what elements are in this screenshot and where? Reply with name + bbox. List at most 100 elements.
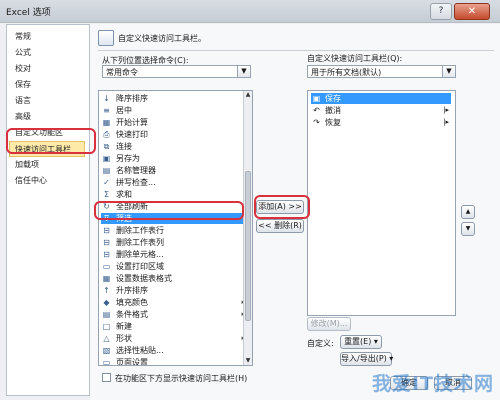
command-item[interactable]: ▣ 另存为 <box>101 153 247 164</box>
filter-icon: ⊽ <box>103 214 110 223</box>
command-item[interactable]: ▤ 名称管理器 <box>101 165 247 176</box>
name-manager-icon: ▤ <box>102 166 111 175</box>
close-button[interactable]: ✕ <box>454 3 490 20</box>
scrollbar-thumb[interactable] <box>245 171 251 321</box>
command-item[interactable]: ✓ 拼写检查... <box>101 177 247 188</box>
show-below-ribbon-label: 在功能区下方显示快速访问工具栏(H) <box>115 374 248 383</box>
command-item[interactable]: ≡ 居中 <box>101 105 247 116</box>
modify-button[interactable]: 修改(M)... <box>307 317 351 331</box>
choose-commands-value: 常用命令 <box>106 68 138 77</box>
print-icon: ⎙ <box>103 130 110 139</box>
command-label: 删除单元格... <box>116 250 164 259</box>
title-bar: Excel 选项 ? ✕ <box>0 0 500 23</box>
command-item[interactable]: ▭ 页面设置 <box>101 357 247 366</box>
nav-item-customize-ribbon[interactable]: 自定义功能区 <box>15 127 63 138</box>
move-up-button[interactable]: ▲ <box>461 205 475 219</box>
import-export-button[interactable]: 导入/导出(P) ▾ <box>340 352 393 366</box>
table-format-icon: ▦ <box>102 274 111 283</box>
command-item[interactable]: ↓ 降序排序 <box>101 93 247 104</box>
new-document-icon: □ <box>102 322 111 331</box>
command-item[interactable]: ↻ 全部刷新 <box>101 201 247 212</box>
quick-access-commands-list[interactable]: ▣ 保存 ↶ 撤消 |▸ ↷ 恢复 |▸ <box>307 90 456 316</box>
command-item[interactable]: Σ 求和 <box>101 189 247 200</box>
options-content: 自定义快速访问工具栏。 从下列位置选择命令(C): 常用命令 ▼ 自定义快速访问… <box>90 24 500 400</box>
move-down-button[interactable]: ▼ <box>461 222 475 236</box>
nav-item-proofing[interactable]: 校对 <box>15 63 31 74</box>
command-label: 填充颜色 <box>116 298 148 307</box>
command-item[interactable]: ⧉ 连接 <box>101 141 247 152</box>
command-label: 居中 <box>116 106 132 115</box>
qat-item-label: 恢复 <box>325 118 341 127</box>
nav-item-advanced[interactable]: 高级 <box>15 111 31 122</box>
command-label: 求和 <box>116 190 132 199</box>
command-item[interactable]: ▧ 选择性粘贴... <box>101 345 247 356</box>
command-label: 全部刷新 <box>116 202 148 211</box>
header-divider <box>98 50 494 51</box>
align-center-icon: ≡ <box>103 106 110 115</box>
choose-commands-dropdown[interactable]: 常用命令 ▼ <box>102 65 251 78</box>
nav-item-save[interactable]: 保存 <box>15 79 31 90</box>
scroll-down-icon[interactable]: ▼ <box>244 357 252 365</box>
add-button[interactable]: 添加(A) >> <box>256 200 304 214</box>
command-item[interactable]: ▦ 设置数据表格式 <box>101 273 247 284</box>
qat-item-label: 保存 <box>325 94 341 103</box>
command-label: 页面设置 <box>116 358 148 366</box>
options-nav: 常规 公式 校对 保存 语言 高级 自定义功能区 快速访问工具栏 加载项 信任中… <box>6 24 90 396</box>
nav-item-general[interactable]: 常规 <box>15 31 31 42</box>
command-item[interactable]: △形状▸ <box>101 333 247 344</box>
command-label: 删除工作表行 <box>116 226 164 235</box>
command-label: 降序排序 <box>116 94 148 103</box>
save-as-icon: ▣ <box>102 154 111 163</box>
calculate-icon: ▦ <box>102 118 111 127</box>
command-item[interactable]: ▤条件格式▸ <box>101 309 247 320</box>
command-label: 筛选 <box>116 214 132 223</box>
reset-button[interactable]: 重置(E) ▾ <box>340 335 382 349</box>
customizations-label: 自定义: <box>307 339 334 348</box>
spelling-icon: ✓ <box>103 178 110 187</box>
toolbar-icon <box>98 30 114 46</box>
nav-item-trust-center[interactable]: 信任中心 <box>15 175 47 186</box>
command-item[interactable]: □ 新建 <box>101 321 247 332</box>
nav-item-formulas[interactable]: 公式 <box>15 47 31 58</box>
fill-color-icon: ◆ <box>103 298 110 307</box>
scroll-up-icon[interactable]: ▲ <box>244 91 252 99</box>
command-label: 形状 <box>116 334 132 343</box>
command-item[interactable]: ⊟ 删除单元格... <box>101 249 247 260</box>
nav-item-quick-access-toolbar[interactable]: 快速访问工具栏 <box>9 141 85 157</box>
customize-toolbar-value: 用于所有文档(默认) <box>311 68 382 77</box>
command-item[interactable]: ▦ 开始计算 <box>101 117 247 128</box>
qat-item-label: 撤消 <box>325 106 341 115</box>
command-item[interactable]: ⊟ 删除工作表行 <box>101 225 247 236</box>
customize-toolbar-dropdown[interactable]: 用于所有文档(默认) ▼ <box>307 65 456 78</box>
paste-special-icon: ▧ <box>102 346 111 355</box>
command-item-filter[interactable]: ⊽ 筛选 <box>101 213 247 224</box>
commands-scrollbar[interactable]: ▲ ▼ <box>243 91 252 365</box>
command-label: 拼写检查... <box>116 178 156 187</box>
available-commands-list[interactable]: ↓ 降序排序 ≡ 居中 ▦ 开始计算 ⎙ 快速打印 ⧉ 连接 ▣ 另存为 ▤ 名称管理器 ✓ 拼… <box>98 90 253 366</box>
command-label: 开始计算 <box>116 118 148 127</box>
remove-button[interactable]: << 删除(R) <box>256 219 304 233</box>
nav-item-language[interactable]: 语言 <box>15 95 31 106</box>
command-label: 名称管理器 <box>116 166 156 175</box>
sort-descending-icon: ↓ <box>103 94 110 103</box>
command-label: 条件格式 <box>116 310 148 319</box>
qat-item-undo[interactable]: ↶ 撤消 |▸ <box>311 105 451 116</box>
command-item[interactable]: ↑ 升序排序 <box>101 285 247 296</box>
command-item[interactable]: ⊟ 删除工作表列 <box>101 237 247 248</box>
qat-item-save[interactable]: ▣ 保存 <box>311 93 451 104</box>
help-button[interactable]: ? <box>430 3 452 20</box>
command-item[interactable]: ▭ 设置打印区域 <box>101 261 247 272</box>
submenu-arrow-icon: |▸ <box>443 118 449 126</box>
command-label: 选择性粘贴... <box>116 346 164 355</box>
command-item[interactable]: ⎙ 快速打印 <box>101 129 247 140</box>
undo-icon: ↶ <box>313 106 320 115</box>
save-icon: ▣ <box>312 94 321 103</box>
qat-item-redo[interactable]: ↷ 恢复 |▸ <box>311 117 451 128</box>
command-label: 新建 <box>116 322 132 331</box>
conditional-format-icon: ▤ <box>102 310 111 319</box>
command-item[interactable]: ◆填充颜色▸ <box>101 297 247 308</box>
chevron-down-icon: ▼ <box>237 66 250 77</box>
nav-item-add-ins[interactable]: 加载项 <box>15 159 39 170</box>
show-below-ribbon-checkbox[interactable] <box>102 373 111 382</box>
delete-rows-icon: ⊟ <box>103 226 110 235</box>
